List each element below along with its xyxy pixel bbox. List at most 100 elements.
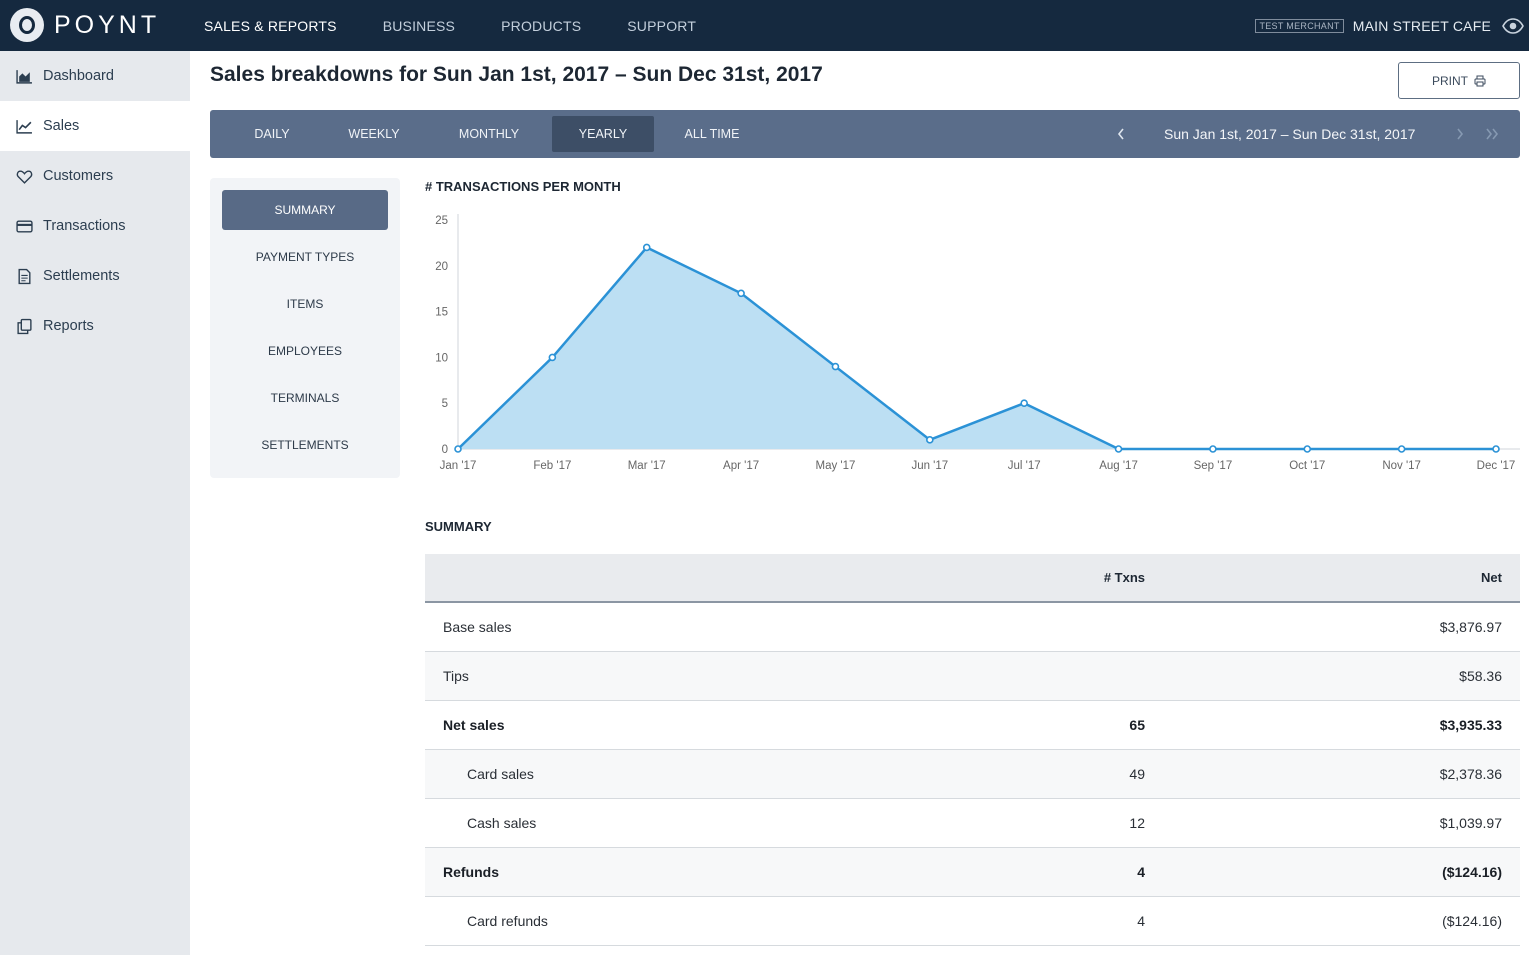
- data-point: [548, 353, 557, 362]
- subnav-employees[interactable]: EMPLOYEES: [222, 331, 388, 371]
- data-point: [1303, 445, 1312, 453]
- poynt-logo-icon: [10, 8, 44, 42]
- range-tab-monthly[interactable]: MONTHLY: [437, 116, 541, 152]
- x-tick-label: Mar '17: [628, 460, 666, 472]
- subnav-items[interactable]: ITEMS: [222, 284, 388, 324]
- print-button[interactable]: PRINT: [1398, 62, 1520, 99]
- row-label: Refunds: [443, 864, 499, 880]
- range-tab-weekly[interactable]: WEEKLY: [322, 116, 426, 152]
- row-net: $2,378.36: [1439, 766, 1502, 782]
- row-txns: 12: [1129, 815, 1145, 831]
- y-tick-label: 0: [442, 444, 448, 456]
- row-label: Tips: [443, 668, 469, 684]
- row-net: $3,876.97: [1439, 619, 1502, 635]
- topnav-sales-reports[interactable]: SALES & REPORTS: [204, 18, 337, 34]
- row-label: Base sales: [443, 619, 512, 635]
- document-icon: [18, 268, 31, 284]
- x-tick-label: Aug '17: [1099, 460, 1138, 472]
- data-point: [926, 436, 934, 444]
- merchant-name[interactable]: MAIN STREET CAFE: [1353, 18, 1491, 34]
- row-label: Card refunds: [467, 913, 548, 929]
- row-txns: 4: [1137, 913, 1145, 929]
- x-tick-label: Jul '17: [1008, 460, 1041, 472]
- copy-icon: [17, 318, 32, 334]
- table-row: Base sales $3,876.97: [425, 603, 1520, 652]
- row-net: $3,935.33: [1439, 717, 1502, 733]
- eye-icon[interactable]: [1501, 14, 1525, 38]
- sidebar-item-customers[interactable]: Customers: [0, 151, 190, 201]
- column-header-txns[interactable]: # Txns: [1104, 570, 1145, 585]
- brand-name: POYNT: [54, 10, 161, 39]
- row-label: Cash sales: [467, 815, 537, 831]
- table-row: Card refunds 4 ($124.16): [425, 897, 1520, 946]
- x-tick-label: Oct '17: [1289, 460, 1325, 472]
- table-header: # Txns Net: [425, 554, 1520, 603]
- date-range-bar: DAILY WEEKLY MONTHLY YEARLY ALL TIME Sun…: [210, 110, 1520, 158]
- top-bar: POYNT SALES & REPORTS BUSINESS PRODUCTS …: [0, 0, 1529, 51]
- range-tab-all-time[interactable]: ALL TIME: [664, 116, 760, 152]
- sidebar-item-settlements[interactable]: Settlements: [0, 251, 190, 301]
- report-subnav: SUMMARY PAYMENT TYPES ITEMS EMPLOYEES TE…: [210, 178, 400, 478]
- x-tick-label: Feb '17: [533, 460, 571, 472]
- summary-title: SUMMARY: [425, 519, 492, 534]
- x-tick-label: Dec '17: [1477, 460, 1516, 472]
- topnav-products[interactable]: PRODUCTS: [501, 18, 581, 34]
- column-header-net[interactable]: Net: [1481, 570, 1502, 585]
- subnav-settlements[interactable]: SETTLEMENTS: [222, 425, 388, 465]
- y-tick-label: 25: [435, 215, 448, 227]
- sidebar-item-sales[interactable]: Sales: [0, 101, 190, 151]
- chevron-left-icon[interactable]: [1116, 110, 1126, 158]
- credit-card-icon: [16, 219, 33, 233]
- x-tick-label: Nov '17: [1382, 460, 1421, 472]
- topnav-support[interactable]: SUPPORT: [627, 18, 696, 34]
- x-tick-label: Apr '17: [723, 460, 759, 472]
- sidebar-item-dashboard[interactable]: Dashboard: [0, 51, 190, 101]
- sidebar-item-label: Dashboard: [43, 68, 114, 84]
- page-title: Sales breakdowns for Sun Jan 1st, 2017 –…: [210, 63, 823, 86]
- data-point: [454, 445, 462, 453]
- data-point: [642, 243, 651, 252]
- sidebar: Dashboard Sales Customers Transactions S…: [0, 51, 190, 955]
- y-tick-label: 5: [442, 398, 448, 410]
- row-net: ($124.16): [1442, 864, 1502, 880]
- range-tab-daily[interactable]: DAILY: [222, 116, 322, 152]
- sidebar-item-label: Settlements: [43, 268, 120, 284]
- transactions-area-chart: 0 5 10 15 20 25 Jan '17 Feb '17 Mar '17 Apr '17 Ma…: [435, 214, 1520, 472]
- sidebar-item-transactions[interactable]: Transactions: [0, 201, 190, 251]
- data-point: [1114, 445, 1123, 453]
- row-net: $1,039.97: [1439, 815, 1502, 831]
- current-range-label: Sun Jan 1st, 2017 – Sun Dec 31st, 2017: [1164, 126, 1416, 142]
- table-row: Net sales 65 $3,935.33: [425, 701, 1520, 750]
- row-label: Card sales: [467, 766, 534, 782]
- data-point: [1492, 445, 1500, 453]
- x-tick-label: Jan '17: [440, 460, 477, 472]
- poynt-logo[interactable]: POYNT: [10, 7, 160, 43]
- data-point: [831, 362, 840, 371]
- x-tick-label: May '17: [815, 460, 855, 472]
- range-tab-yearly[interactable]: YEARLY: [552, 116, 654, 152]
- area-chart-icon: [16, 69, 32, 84]
- y-tick-label: 10: [435, 352, 448, 364]
- double-chevron-right-icon[interactable]: [1484, 110, 1500, 158]
- row-net: $58.36: [1459, 668, 1502, 684]
- sidebar-item-label: Transactions: [43, 218, 126, 234]
- merchant-area: TEST MERCHANT MAIN STREET CAFE: [1255, 0, 1529, 51]
- subnav-summary[interactable]: SUMMARY: [222, 190, 388, 230]
- chevron-right-icon[interactable]: [1455, 110, 1465, 158]
- test-merchant-badge: TEST MERCHANT: [1255, 18, 1344, 33]
- line-chart-icon: [16, 119, 32, 134]
- sidebar-item-reports[interactable]: Reports: [0, 301, 190, 351]
- row-label: Net sales: [443, 717, 505, 733]
- chart-title: # TRANSACTIONS PER MONTH: [425, 179, 621, 194]
- top-nav: SALES & REPORTS BUSINESS PRODUCTS SUPPOR…: [204, 0, 742, 51]
- series-area: [458, 247, 1496, 449]
- table-row: Tips $58.36: [425, 652, 1520, 701]
- table-row: Card sales 49 $2,378.36: [425, 750, 1520, 799]
- subnav-terminals[interactable]: TERMINALS: [222, 378, 388, 418]
- table-row: Cash sales 12 $1,039.97: [425, 799, 1520, 848]
- sidebar-item-label: Sales: [43, 118, 80, 134]
- subnav-payment-types[interactable]: PAYMENT TYPES: [222, 237, 388, 277]
- topnav-business[interactable]: BUSINESS: [383, 18, 455, 34]
- y-tick-label: 15: [435, 307, 448, 319]
- row-net: ($124.16): [1442, 913, 1502, 929]
